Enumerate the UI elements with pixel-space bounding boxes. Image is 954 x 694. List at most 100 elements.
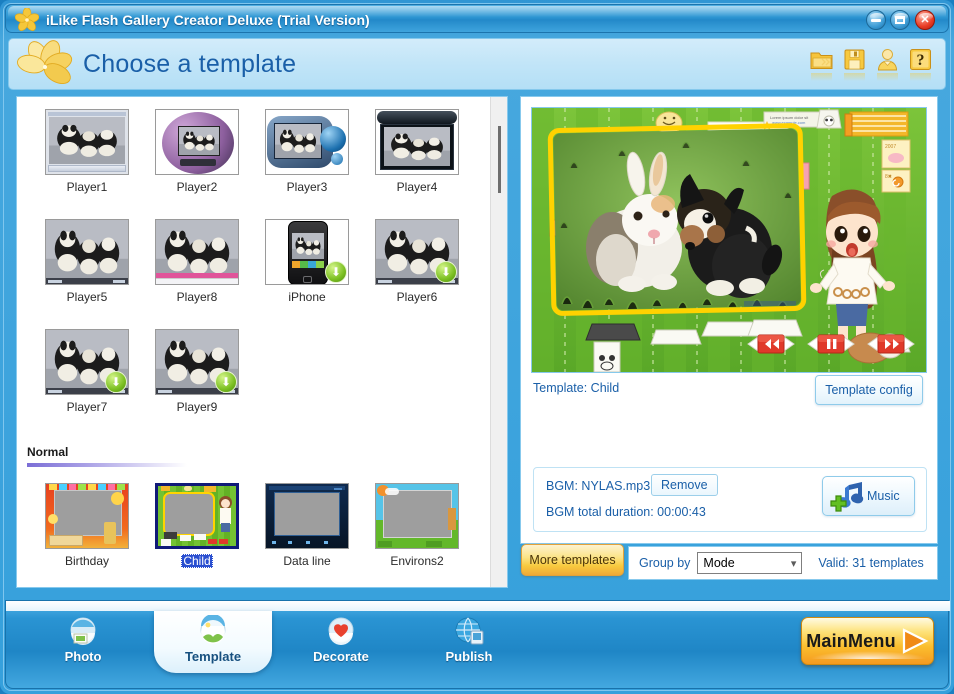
template-item[interactable]: Birthday: [39, 483, 135, 568]
template-item[interactable]: Player8: [149, 219, 245, 304]
group-by-select[interactable]: Mode ▾: [697, 552, 803, 574]
help-icon[interactable]: ?: [908, 47, 933, 81]
template-thumbnail[interactable]: [45, 219, 129, 285]
selected-template-label: Template: Child: [533, 381, 620, 395]
group-by-label: Group by: [639, 556, 691, 570]
group-by-value: Mode: [703, 556, 735, 570]
template-item-label: Player6: [396, 290, 438, 304]
template-thumbnail[interactable]: [155, 219, 239, 285]
template-item-label: Child: [181, 554, 213, 568]
template-globe-icon: [197, 614, 229, 647]
main-menu-button[interactable]: MainMenu: [801, 617, 934, 665]
bgm-duration-label: BGM total duration: 00:00:43: [546, 505, 706, 519]
header-icon-group: ?: [809, 47, 933, 81]
nav-tab-publish[interactable]: Publish: [410, 611, 528, 673]
template-thumbnail[interactable]: [265, 109, 349, 175]
template-item[interactable]: Player4: [369, 109, 465, 194]
template-thumbnail[interactable]: [45, 109, 129, 175]
main-content: Player1 Player2 Player3 Player4 Player5 …: [8, 94, 946, 594]
flower-logo-icon: [17, 37, 73, 91]
svg-text:2007: 2007: [885, 144, 896, 150]
template-item-label: Player8: [176, 290, 218, 304]
template-grid: Player1 Player2 Player3 Player4 Player5 …: [17, 97, 491, 587]
footer-nav: Photo Template Decorate Publish MainMenu: [5, 600, 950, 689]
more-templates-button[interactable]: More templates: [521, 544, 624, 576]
template-item[interactable]: Environs2: [369, 483, 465, 568]
template-item[interactable]: Player3: [259, 109, 355, 194]
bgm-panel: BGM: NYLAS.mp3 Remove BGM total duration…: [533, 467, 927, 532]
user-account-icon[interactable]: [875, 47, 900, 81]
template-thumbnail[interactable]: ⬇: [155, 329, 239, 395]
template-config-button[interactable]: Template config: [815, 375, 923, 405]
template-item-label: Player1: [66, 180, 108, 194]
nav-tab-decorate[interactable]: Decorate: [282, 611, 400, 673]
main-menu-label: MainMenu: [806, 630, 896, 651]
template-group-divider: [27, 463, 187, 467]
template-list-panel[interactable]: Player1 Player2 Player3 Player4 Player5 …: [16, 96, 508, 588]
flower-logo-icon: [14, 7, 40, 32]
template-item[interactable]: Data line: [259, 483, 355, 568]
group-by-bar: Group by Mode ▾ Valid: 31 templates: [628, 546, 938, 580]
preview-panel: Lorem ipsum dolor sit www.example.com 20…: [520, 96, 938, 544]
template-item[interactable]: ⬇ Player6: [369, 219, 465, 304]
app-window: iLike Flash Gallery Creator Deluxe (Tria…: [0, 0, 954, 694]
maximize-icon[interactable]: [890, 10, 910, 30]
vertical-scrollbar[interactable]: [490, 97, 507, 587]
template-item[interactable]: ⬇ Player9: [149, 329, 245, 414]
template-item-label: Environs2: [390, 554, 444, 568]
remove-bgm-button[interactable]: Remove: [651, 474, 718, 496]
close-icon[interactable]: ✕: [915, 10, 935, 30]
nav-tab-label: Template: [184, 649, 242, 664]
download-badge-icon: ⬇: [105, 371, 127, 393]
template-item[interactable]: Child: [149, 483, 245, 568]
heart-globe-icon: [325, 615, 357, 647]
template-item-label: Player9: [176, 400, 218, 414]
window-title: iLike Flash Gallery Creator Deluxe (Tria…: [46, 12, 370, 28]
save-icon[interactable]: [842, 47, 867, 81]
template-thumbnail[interactable]: [375, 483, 459, 549]
svg-text:?: ?: [917, 52, 925, 69]
template-thumbnail[interactable]: [265, 483, 349, 549]
template-thumbnail[interactable]: [155, 483, 239, 549]
template-item-label: iPhone: [288, 290, 326, 304]
play-triangle-icon: [901, 628, 929, 654]
add-music-note-icon: [829, 481, 865, 518]
template-thumbnail[interactable]: [375, 109, 459, 175]
svg-text:8✖: 8✖: [885, 174, 892, 180]
template-item[interactable]: Player1: [39, 109, 135, 194]
template-thumbnail[interactable]: ⬇: [265, 219, 349, 285]
minimize-icon[interactable]: [866, 10, 886, 30]
template-item[interactable]: Player2: [149, 109, 245, 194]
add-music-button[interactable]: Music: [822, 476, 915, 516]
photo-globe-icon: [67, 615, 99, 647]
template-item-label: Birthday: [64, 554, 110, 568]
template-item[interactable]: ⬇ Player7: [39, 329, 135, 414]
footer-top-strip: [6, 601, 950, 611]
template-group-header: Normal: [27, 445, 69, 459]
template-item-label: Player3: [286, 180, 328, 194]
page-header: Choose a template ?: [8, 38, 946, 90]
template-thumbnail[interactable]: [45, 483, 129, 549]
template-item[interactable]: ⬇ iPhone: [259, 219, 355, 304]
nav-tab-template[interactable]: Template: [154, 611, 272, 673]
template-item-label: Data line: [283, 554, 331, 568]
download-badge-icon: ⬇: [325, 261, 347, 283]
download-badge-icon: ⬇: [435, 261, 457, 283]
download-badge-icon: ⬇: [215, 371, 237, 393]
scrollbar-thumb[interactable]: [498, 126, 501, 193]
bgm-file-label: BGM: NYLAS.mp3: [546, 479, 651, 493]
title-bar: iLike Flash Gallery Creator Deluxe (Tria…: [5, 4, 949, 33]
nav-tab-photo[interactable]: Photo: [24, 611, 142, 673]
template-preview[interactable]: Lorem ipsum dolor sit www.example.com 20…: [531, 107, 927, 373]
publish-globe-icon: [453, 615, 485, 647]
nav-tab-label: Photo: [64, 649, 102, 664]
template-item-label: Player4: [396, 180, 438, 194]
nav-tab-label: Publish: [445, 649, 493, 664]
template-thumbnail[interactable]: ⬇: [45, 329, 129, 395]
chevron-down-icon: ▾: [790, 558, 797, 570]
template-thumbnail[interactable]: ⬇: [375, 219, 459, 285]
nav-tab-label: Decorate: [313, 649, 369, 664]
template-thumbnail[interactable]: [155, 109, 239, 175]
template-item[interactable]: Player5: [39, 219, 135, 304]
open-folder-icon[interactable]: [809, 47, 834, 81]
